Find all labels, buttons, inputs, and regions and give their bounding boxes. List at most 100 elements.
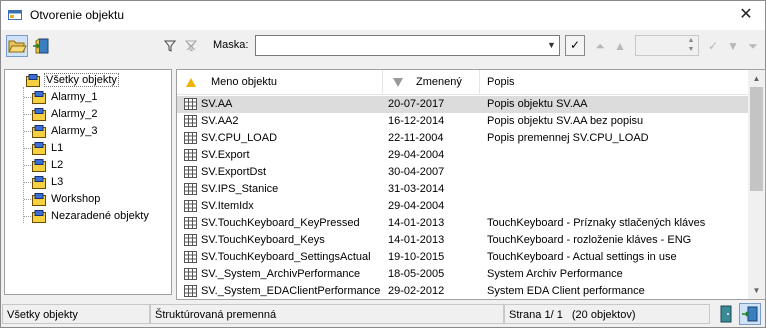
scroll-up-icon[interactable]: ▲	[748, 70, 765, 87]
cell-changed: 14-01-2013	[388, 234, 445, 246]
cell-changed: 14-01-2013	[388, 217, 445, 229]
object-group-icon	[32, 90, 46, 104]
filter-clear-button[interactable]	[180, 35, 202, 57]
cell-desc: TouchKeyboard - rozloženie kláves - ENG	[487, 234, 692, 246]
structured-variable-icon	[184, 200, 197, 212]
object-group-icon	[32, 107, 46, 121]
exit-door-icon	[33, 38, 49, 54]
cell-changed: 19-10-2015	[388, 251, 445, 263]
tree-item-alarmy1[interactable]: Alarmy_1	[32, 89, 98, 105]
status-page: Strana 1/ 1	[509, 309, 563, 321]
tree-item-unassigned[interactable]: Nezaradené objekty	[32, 208, 150, 224]
object-group-icon	[32, 158, 46, 172]
cell-changed: 18-05-2005	[388, 268, 445, 280]
check-icon[interactable]: ✓	[704, 39, 722, 53]
maska-input[interactable]	[255, 35, 560, 56]
table-row[interactable]: SV.AA 20-07-2017 Popis objektu SV.AA	[177, 96, 748, 113]
cell-name: SV.AA	[201, 98, 233, 110]
table-row[interactable]: SV.AA2 16-12-2014 Popis objektu SV.AA bez …	[177, 113, 748, 130]
previous-page-icon[interactable]: ▲	[611, 39, 629, 53]
last-page-icon[interactable]: ⏷	[744, 39, 762, 53]
table-row[interactable]: SV.ExportDst 30-04-2007	[177, 164, 748, 181]
object-group-icon	[32, 175, 46, 189]
tree-item-alarmy3[interactable]: Alarmy_3	[32, 123, 98, 139]
cell-desc	[487, 181, 747, 198]
cell-name: SV.TouchKeyboard_KeyPressed	[201, 217, 360, 229]
cell-name: SV.AA2	[201, 115, 239, 127]
table-row[interactable]: SV.TouchKeyboard_Keys 14-01-2013 TouchKeyb…	[177, 232, 748, 249]
filter-button[interactable]	[159, 35, 181, 57]
app-icon	[8, 10, 22, 20]
structured-variable-icon	[184, 234, 197, 246]
tree-item-l2[interactable]: L2	[32, 157, 64, 173]
cell-changed: 31-03-2014	[388, 183, 445, 195]
structured-variable-icon	[184, 183, 197, 195]
cell-desc: TouchKeyboard - Actual settings in use	[487, 251, 677, 263]
tree-item-all[interactable]: Všetky objekty	[26, 72, 119, 88]
title-bar: Otvorenie objektu ✕	[1, 1, 765, 30]
cell-name: SV.ExportDst	[201, 166, 267, 178]
tree-item-alarmy2[interactable]: Alarmy_2	[32, 106, 98, 122]
next-page-icon[interactable]: ▼	[724, 39, 742, 53]
structured-variable-icon	[184, 285, 197, 297]
column-header-desc[interactable]: Popis	[480, 70, 748, 95]
status-exit-button[interactable]	[739, 303, 761, 325]
cell-desc: System Archiv Performance	[487, 268, 623, 280]
tree-item-l1[interactable]: L1	[32, 140, 64, 156]
exit-button[interactable]	[30, 35, 52, 57]
column-header-name[interactable]: Meno objektu	[177, 70, 383, 95]
tree-connector	[24, 216, 31, 217]
cell-name: SV.IPS_Stanice	[201, 183, 279, 195]
cell-name: SV.CPU_LOAD	[201, 132, 278, 144]
page-spinner[interactable]: ▲ ▼	[635, 35, 699, 56]
cell-desc: Popis premennej SV.CPU_LOAD	[487, 132, 649, 144]
filter-clear-icon	[184, 40, 198, 52]
spinner-arrows-icon[interactable]: ▲ ▼	[685, 36, 697, 55]
table-row[interactable]: SV.IPS_Stanice 31-03-2014	[177, 181, 748, 198]
cell-name: SV.TouchKeyboard_Keys	[201, 234, 325, 246]
tree-item-l3[interactable]: L3	[32, 174, 64, 190]
cell-name: SV.TouchKeyboard_SettingsActual	[201, 251, 371, 263]
table-row[interactable]: SV.TouchKeyboard_KeyPressed 14-01-2013 Tou…	[177, 215, 748, 232]
tree-item-workshop[interactable]: Workshop	[32, 191, 101, 207]
confirm-mask-button[interactable]: ✓	[565, 35, 585, 56]
tree-connector	[24, 131, 31, 132]
status-door-button[interactable]	[715, 303, 737, 325]
object-group-icon	[32, 209, 46, 223]
first-page-icon[interactable]: ⏶	[591, 39, 609, 53]
sort-descending-icon	[393, 78, 403, 87]
door-icon	[720, 305, 732, 323]
structured-variable-icon	[184, 115, 197, 127]
cell-desc: System EDA Client performance	[487, 285, 645, 297]
table-row[interactable]: SV.ItemIdx 29-04-2004	[177, 198, 748, 215]
column-header-changed[interactable]: Zmenený	[383, 70, 480, 95]
cell-changed: 30-04-2007	[388, 166, 445, 178]
structured-variable-icon	[184, 268, 197, 280]
cell-desc	[487, 198, 747, 215]
table-row[interactable]: SV.CPU_LOAD 22-11-2004 Popis premennej SV.…	[177, 130, 748, 147]
cell-name: SV.ItemIdx	[201, 200, 254, 212]
object-group-tree: Všetky objekty Alarmy_1 Alarmy_2 Alarmy_…	[4, 69, 172, 295]
cell-changed: 16-12-2014	[388, 115, 445, 127]
structured-variable-icon	[184, 251, 197, 263]
structured-variable-icon	[184, 217, 197, 229]
table-row[interactable]: SV._System_EDAClientPerformance 29-02-201…	[177, 283, 748, 299]
cell-desc	[487, 164, 747, 181]
scroll-thumb[interactable]	[750, 87, 763, 191]
structured-variable-icon	[184, 98, 197, 110]
tree-connector	[24, 114, 31, 115]
structured-variable-icon	[184, 149, 197, 161]
cell-desc: TouchKeyboard - Príznaky stlačených kláv…	[487, 217, 706, 229]
table-row[interactable]: SV._System_ArchivPerformance 18-05-2005 Sy…	[177, 266, 748, 283]
table-row[interactable]: SV.TouchKeyboard_SettingsActual 19-10-201…	[177, 249, 748, 266]
cell-changed: 29-04-2004	[388, 200, 445, 212]
scroll-down-icon[interactable]: ▼	[748, 282, 765, 299]
open-button[interactable]	[6, 35, 28, 57]
object-group-icon	[32, 141, 46, 155]
vertical-scrollbar[interactable]: ▲ ▼	[748, 70, 765, 299]
close-button[interactable]: ✕	[737, 6, 755, 24]
chevron-down-icon[interactable]: ▼	[544, 36, 559, 55]
filter-icon	[163, 40, 177, 52]
table-row[interactable]: SV.Export 29-04-2004	[177, 147, 748, 164]
open-object-dialog: Otvorenie objektu ✕ Maska: ▼ ✓ ⏶ ▲ ▲ ▼ ✓…	[0, 0, 766, 328]
